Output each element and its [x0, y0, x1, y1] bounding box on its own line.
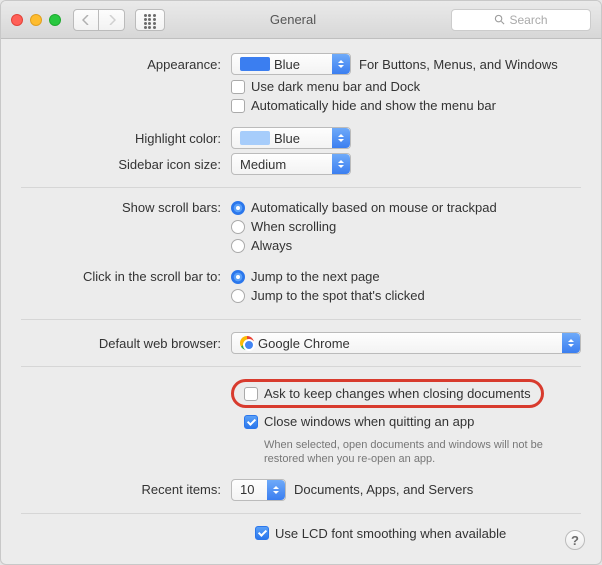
dark-menu-label: Use dark menu bar and Dock: [251, 79, 420, 94]
appearance-hint: For Buttons, Menus, and Windows: [359, 57, 558, 72]
scroll-always-radio[interactable]: [231, 239, 245, 253]
close-windows-help: When selected, open documents and window…: [264, 438, 581, 467]
appearance-swatch: [240, 57, 270, 71]
lcd-smoothing-label: Use LCD font smoothing when available: [275, 526, 506, 541]
scroll-scrolling-radio[interactable]: [231, 220, 245, 234]
click-next-radio[interactable]: [231, 270, 245, 284]
click-spot-radio[interactable]: [231, 289, 245, 303]
scroll-auto-radio[interactable]: [231, 201, 245, 215]
separator: [21, 187, 581, 188]
separator: [21, 366, 581, 367]
appearance-label: Appearance:: [21, 57, 231, 72]
separator: [21, 319, 581, 320]
titlebar: General Search: [1, 1, 601, 39]
minimize-window-button[interactable]: [30, 14, 42, 26]
close-windows-label: Close windows when quitting an app: [264, 414, 474, 429]
show-all-button[interactable]: [135, 9, 165, 31]
highlight-value: Blue: [274, 131, 300, 146]
recent-items-value: 10: [240, 482, 254, 497]
click-label: Click in the scroll bar to:: [21, 269, 231, 284]
sidebar-size-select[interactable]: Medium: [231, 153, 351, 175]
highlight-select[interactable]: Blue: [231, 127, 351, 149]
forward-button[interactable]: [99, 9, 125, 31]
separator: [21, 513, 581, 514]
highlight-label: Highlight color:: [21, 131, 231, 146]
chevron-updown-icon: [332, 128, 350, 148]
highlight-swatch: [240, 131, 270, 145]
recent-label: Recent items:: [21, 482, 231, 497]
question-icon: ?: [571, 533, 579, 548]
grid-icon: [144, 14, 156, 26]
scroll-label: Show scroll bars:: [21, 200, 231, 215]
nav-buttons: [73, 9, 125, 31]
browser-label: Default web browser:: [21, 336, 231, 351]
click-next-label: Jump to the next page: [251, 269, 380, 284]
recent-suffix: Documents, Apps, and Servers: [294, 482, 473, 497]
dark-menu-checkbox[interactable]: [231, 80, 245, 94]
search-icon: [494, 14, 505, 25]
browser-value: Google Chrome: [258, 336, 350, 351]
browser-select[interactable]: Google Chrome: [231, 332, 581, 354]
scroll-auto-label: Automatically based on mouse or trackpad: [251, 200, 497, 215]
ask-keep-changes-label: Ask to keep changes when closing documen…: [264, 386, 531, 401]
chevron-updown-icon: [267, 480, 285, 500]
window-title: General: [171, 12, 445, 27]
chevron-updown-icon: [562, 333, 580, 353]
sidebar-size-label: Sidebar icon size:: [21, 157, 231, 172]
auto-hide-menubar-checkbox[interactable]: [231, 99, 245, 113]
auto-hide-menubar-label: Automatically hide and show the menu bar: [251, 98, 496, 113]
lcd-smoothing-checkbox[interactable]: [255, 526, 269, 540]
sidebar-size-value: Medium: [240, 157, 286, 172]
recent-items-select[interactable]: 10: [231, 479, 286, 501]
help-button[interactable]: ?: [565, 530, 585, 550]
close-windows-checkbox[interactable]: [244, 415, 258, 429]
window-controls: [11, 14, 61, 26]
content-area: Appearance: Blue For Buttons, Menus, and…: [1, 39, 601, 555]
chevron-updown-icon: [332, 154, 350, 174]
scroll-always-label: Always: [251, 238, 292, 253]
search-input[interactable]: Search: [451, 9, 591, 31]
chrome-icon: [240, 336, 254, 350]
appearance-select[interactable]: Blue: [231, 53, 351, 75]
back-button[interactable]: [73, 9, 99, 31]
zoom-window-button[interactable]: [49, 14, 61, 26]
ask-keep-changes-checkbox[interactable]: [244, 387, 258, 401]
preferences-window: General Search Appearance: Blue For Butt…: [0, 0, 602, 565]
click-spot-label: Jump to the spot that's clicked: [251, 288, 425, 303]
appearance-value: Blue: [274, 57, 300, 72]
search-placeholder: Search: [509, 13, 547, 27]
chevron-updown-icon: [332, 54, 350, 74]
close-window-button[interactable]: [11, 14, 23, 26]
highlighted-option: Ask to keep changes when closing documen…: [231, 379, 544, 408]
scroll-scrolling-label: When scrolling: [251, 219, 336, 234]
